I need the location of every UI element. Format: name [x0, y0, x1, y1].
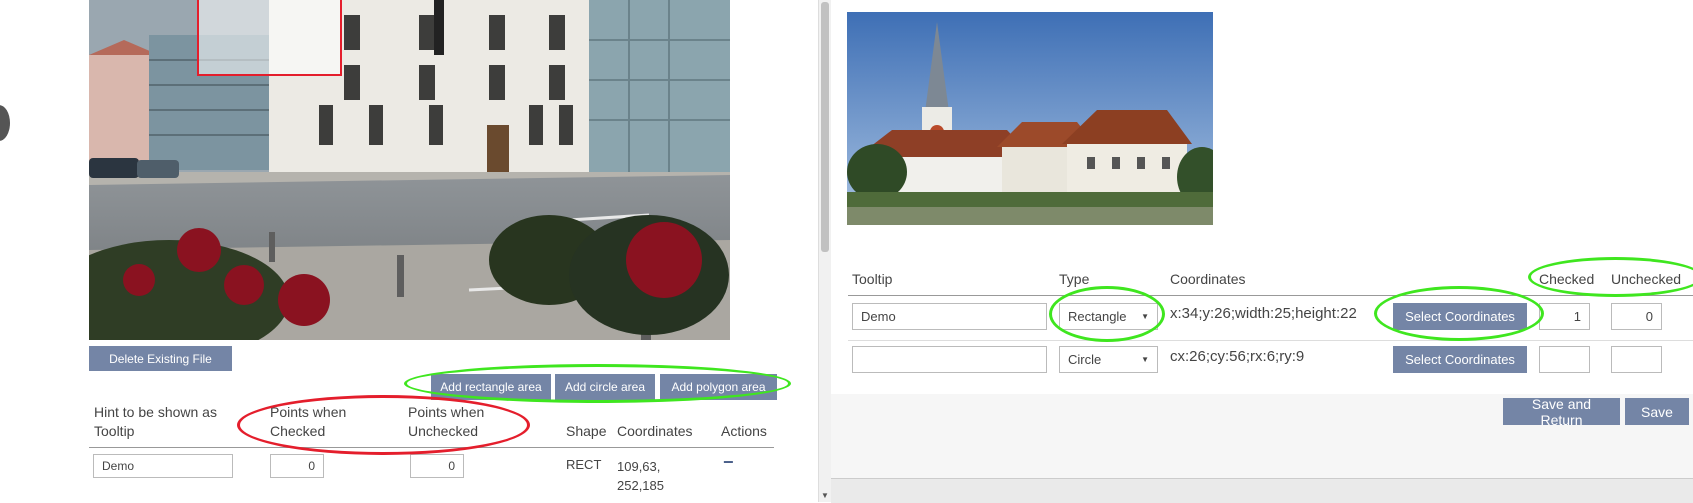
left-scrollbar[interactable]: ▼	[818, 0, 831, 502]
shape-value: RECT	[566, 457, 602, 472]
add-polygon-area-button[interactable]: Add polygon area	[660, 374, 777, 400]
header-type: Type	[1059, 271, 1090, 287]
chevron-down-icon: ▼	[1141, 355, 1149, 364]
header-hint: Hint to be shown as Tooltip	[94, 404, 217, 439]
table-divider	[89, 447, 774, 448]
street-building-photo	[89, 0, 730, 340]
tooltip-input-row2[interactable]	[852, 346, 1047, 373]
unchecked-input-row2[interactable]	[1611, 346, 1662, 373]
right-table-divider	[848, 295, 1693, 296]
save-button[interactable]: Save	[1625, 398, 1689, 425]
type-select-row1[interactable]: Rectangle ▼	[1059, 303, 1158, 330]
select-coordinates-button-row1[interactable]: Select Coordinates	[1393, 303, 1527, 330]
chevron-down-icon: ▼	[1141, 312, 1149, 321]
coordinates-row1: x:34;y:26;width:25;height:22	[1170, 305, 1357, 322]
row-divider	[848, 340, 1693, 341]
type-select-row2[interactable]: Circle ▼	[1059, 346, 1158, 373]
save-and-return-button[interactable]: Save and Return	[1503, 396, 1620, 428]
type-select-value: Rectangle	[1068, 309, 1127, 324]
add-rectangle-area-button[interactable]: Add rectangle area	[431, 374, 551, 400]
delete-existing-file-button[interactable]: Delete Existing File	[89, 346, 232, 371]
coordinates-row2: cx:26;cy:56;rx:6;ry:9	[1170, 348, 1305, 365]
church-photo	[847, 12, 1213, 225]
type-select-value: Circle	[1068, 352, 1102, 367]
preview-image[interactable]	[847, 12, 1213, 225]
coordinates-value: 109,63, 252,185	[617, 459, 664, 493]
header-shape: Shape	[566, 423, 607, 439]
header-unchecked: Unchecked	[1611, 271, 1682, 287]
tooltip-input[interactable]: Demo	[93, 454, 233, 478]
header-points-checked: Points when Checked	[270, 404, 347, 439]
tooltip-input-row1[interactable]: Demo	[852, 303, 1047, 330]
points-unchecked-input[interactable]: 0	[410, 454, 464, 478]
checked-input-row1[interactable]: 1	[1539, 303, 1590, 330]
header-points-unchecked: Points when Unchecked	[408, 404, 485, 439]
header-tooltip: Tooltip	[852, 271, 893, 287]
checked-input-row2[interactable]	[1539, 346, 1590, 373]
right-bottom-strip	[831, 478, 1693, 503]
add-circle-area-button[interactable]: Add circle area	[555, 374, 655, 400]
scrollbar-thumb[interactable]	[821, 2, 829, 252]
header-checked: Checked	[1539, 271, 1595, 287]
points-checked-input[interactable]: 0	[270, 454, 324, 478]
hotspot-image[interactable]	[89, 0, 730, 340]
scroll-down-icon[interactable]: ▼	[819, 491, 831, 500]
header-coordinates-right: Coordinates	[1170, 271, 1246, 287]
header-actions: Actions	[721, 423, 767, 439]
remove-row-button[interactable]: −	[723, 452, 734, 473]
header-coordinates: Coordinates	[617, 423, 693, 439]
unchecked-input-row1[interactable]: 0	[1611, 303, 1662, 330]
select-coordinates-button-row2[interactable]: Select Coordinates	[1393, 346, 1527, 373]
